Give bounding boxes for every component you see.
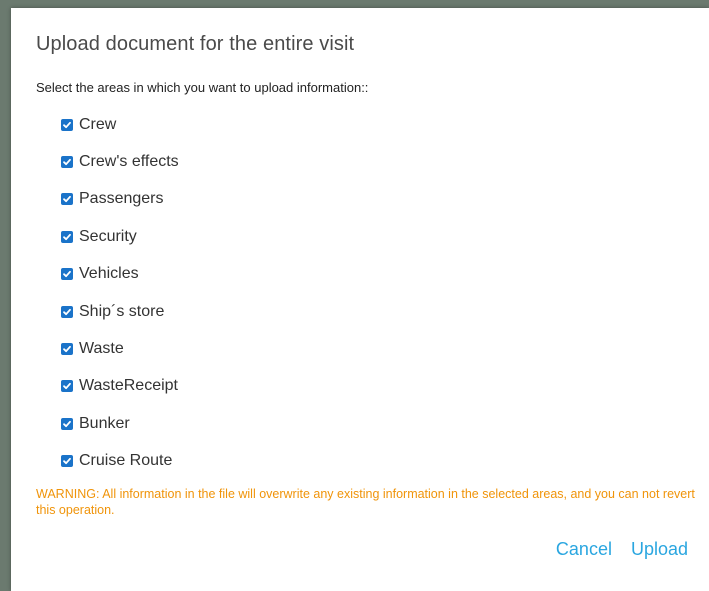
area-checkbox-list: Crew Crew's effects Passengers Security … xyxy=(61,106,179,480)
check-icon xyxy=(63,458,71,465)
option-ships-store[interactable]: Ship´s store xyxy=(61,293,179,330)
check-icon xyxy=(63,196,71,203)
checkbox-waste-receipt[interactable] xyxy=(61,380,73,393)
option-security[interactable]: Security xyxy=(61,218,179,255)
checkbox-ships-store[interactable] xyxy=(61,305,73,318)
checkbox-crew[interactable] xyxy=(61,118,73,131)
dialog-title: Upload document for the entire visit xyxy=(36,33,355,55)
check-icon xyxy=(63,345,71,353)
check-icon xyxy=(63,308,71,315)
option-waste-receipt[interactable]: WasteReceipt xyxy=(61,368,179,405)
option-label: Cruise Route xyxy=(79,452,173,470)
option-label: Security xyxy=(79,227,137,245)
instruction-text: Select the areas in which you want to up… xyxy=(36,80,369,95)
check-icon xyxy=(63,383,71,390)
check-icon xyxy=(63,420,71,427)
checkbox-crews-effects[interactable] xyxy=(61,156,73,169)
option-label: Crew's effects xyxy=(79,153,179,171)
option-label: Passengers xyxy=(79,190,164,208)
option-label: Crew xyxy=(79,115,117,133)
option-label: Waste xyxy=(79,340,124,358)
option-bunker[interactable]: Bunker xyxy=(61,405,179,442)
option-waste[interactable]: Waste xyxy=(61,330,179,367)
cancel-button[interactable]: Cancel xyxy=(556,539,612,560)
overwrite-warning: WARNING: All information in the file wil… xyxy=(36,487,695,517)
upload-document-dialog: Upload document for the entire visit Sel… xyxy=(11,8,709,591)
dialog-actions: Cancel Upload xyxy=(556,539,688,560)
option-vehicles[interactable]: Vehicles xyxy=(61,256,179,293)
option-label: WasteReceipt xyxy=(79,377,178,395)
checkbox-waste[interactable] xyxy=(61,343,73,356)
option-label: Bunker xyxy=(79,414,130,432)
check-icon xyxy=(63,121,71,128)
checkbox-vehicles[interactable] xyxy=(61,268,73,281)
option-passengers[interactable]: Passengers xyxy=(61,181,179,218)
option-crews-effects[interactable]: Crew's effects xyxy=(61,143,179,180)
option-crew[interactable]: Crew xyxy=(61,106,179,143)
checkbox-security[interactable] xyxy=(61,230,73,243)
check-icon xyxy=(63,271,71,278)
checkbox-cruise-route[interactable] xyxy=(61,455,73,468)
option-label: Ship´s store xyxy=(79,302,165,320)
check-icon xyxy=(63,158,71,166)
checkbox-passengers[interactable] xyxy=(61,193,73,206)
checkbox-bunker[interactable] xyxy=(61,417,73,430)
option-label: Vehicles xyxy=(79,265,139,283)
upload-button[interactable]: Upload xyxy=(631,539,688,560)
option-cruise-route[interactable]: Cruise Route xyxy=(61,443,179,480)
check-icon xyxy=(63,233,71,240)
